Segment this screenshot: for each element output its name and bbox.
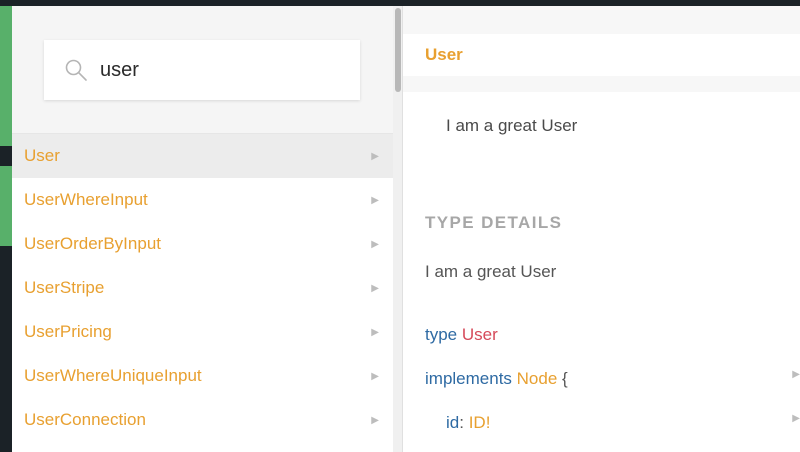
detail-top-strip xyxy=(403,6,800,34)
chevron-right-icon: ▶ xyxy=(371,238,379,250)
field-type-link[interactable]: ID! xyxy=(469,413,491,432)
chevron-right-icon: ▶ xyxy=(371,326,379,338)
chevron-right-icon: ▶ xyxy=(371,282,379,294)
keyword-implements: implements xyxy=(425,369,512,388)
detail-description: I am a great User xyxy=(446,116,578,135)
open-brace: { xyxy=(562,369,568,388)
type-details-heading: TYPE DETAILS xyxy=(425,213,563,232)
chevron-right-icon: ▶ xyxy=(371,414,379,426)
type-list-pane: User ▶ UserWhereInput ▶ UserOrderByInput… xyxy=(12,6,393,452)
search-input[interactable] xyxy=(100,58,320,82)
type-item-label: UserOrderByInput xyxy=(24,234,161,253)
detail-header: User xyxy=(403,34,800,76)
type-item-label: UserWhereInput xyxy=(24,190,148,209)
field-colon: : xyxy=(459,413,464,432)
code-line-implements[interactable]: implements Node { ▶ xyxy=(425,369,800,389)
type-item-label: UserPricing xyxy=(24,322,112,341)
type-item-userwhereinput[interactable]: UserWhereInput ▶ xyxy=(12,178,393,222)
keyword-type: type xyxy=(425,325,458,344)
chevron-right-icon: ▶ xyxy=(792,413,800,424)
code-line-field-id[interactable]: id: ID! ▶ xyxy=(446,413,800,433)
type-item-label: UserConnection xyxy=(24,410,146,429)
left-accent-strip xyxy=(0,6,12,452)
chevron-right-icon: ▶ xyxy=(792,369,800,380)
chevron-right-icon: ▶ xyxy=(371,150,379,162)
type-detail-pane: User I am a great User TYPE DETAILS I am… xyxy=(403,6,800,452)
search-icon xyxy=(65,59,87,81)
detail-title: User xyxy=(425,45,463,64)
search-area xyxy=(12,6,393,134)
type-item-label: UserWhereUniqueInput xyxy=(24,366,202,385)
accent-notch xyxy=(0,146,12,166)
type-item-user[interactable]: User ▶ xyxy=(12,134,393,178)
type-details-description: I am a great User xyxy=(425,262,557,281)
type-item-userconnection[interactable]: UserConnection ▶ xyxy=(12,398,393,442)
type-list: User ▶ UserWhereInput ▶ UserOrderByInput… xyxy=(12,134,393,442)
search-box[interactable] xyxy=(44,40,360,100)
interface-link[interactable]: Node xyxy=(517,369,558,388)
type-item-userstripe[interactable]: UserStripe ▶ xyxy=(12,266,393,310)
type-item-userwhereuniqueinput[interactable]: UserWhereUniqueInput ▶ xyxy=(12,354,393,398)
list-scrollbar[interactable] xyxy=(393,6,403,452)
code-line-type: type User xyxy=(425,325,498,345)
code-type-name[interactable]: User xyxy=(462,325,498,344)
scrollbar-thumb[interactable] xyxy=(395,8,401,92)
chevron-right-icon: ▶ xyxy=(371,194,379,206)
chevron-right-icon: ▶ xyxy=(371,370,379,382)
detail-header-divider xyxy=(403,76,800,92)
type-item-label: User xyxy=(24,146,60,165)
type-item-label: UserStripe xyxy=(24,278,105,297)
field-name: id xyxy=(446,413,460,432)
type-item-userorderbyinput[interactable]: UserOrderByInput ▶ xyxy=(12,222,393,266)
accent-notch xyxy=(0,246,12,452)
type-item-userpricing[interactable]: UserPricing ▶ xyxy=(12,310,393,354)
